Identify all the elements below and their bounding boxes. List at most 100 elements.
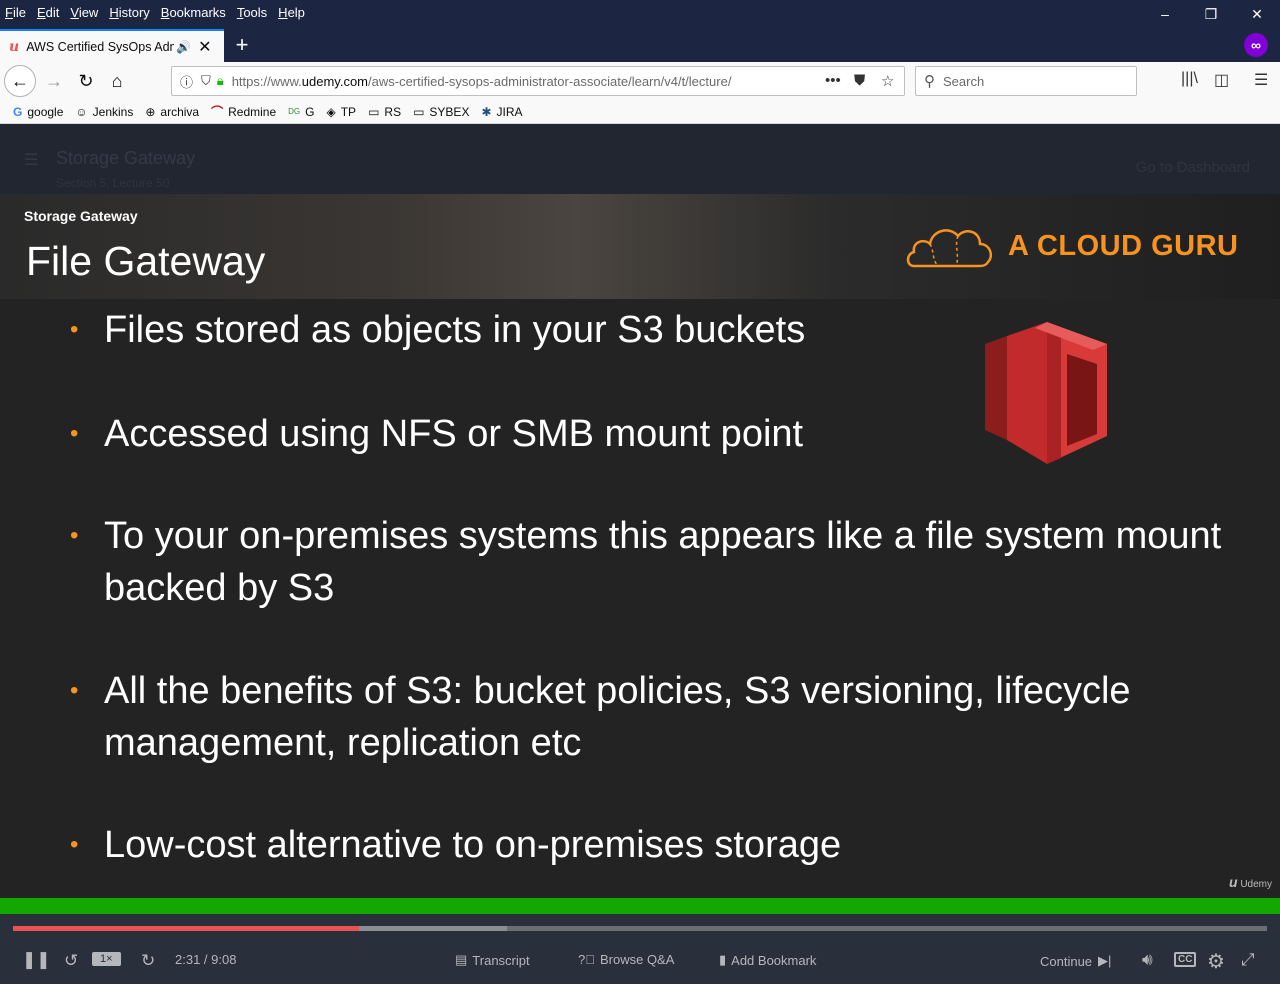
document-icon: ▤: [455, 952, 468, 967]
arrow-right-icon: →: [45, 70, 63, 91]
bookmark-jira[interactable]: ✱ JIRA: [481, 105, 522, 119]
next-icon: ▶|: [1098, 953, 1112, 968]
progress-bar[interactable]: [13, 926, 1267, 931]
go-to-dashboard-link[interactable]: Go to Dashboard: [1136, 159, 1250, 176]
slide-title: File Gateway: [26, 238, 266, 284]
acloudguru-logo: A CLOUD GURU: [904, 220, 1238, 272]
settings-button[interactable]: ⚙: [1207, 949, 1225, 974]
lock-icon[interactable]: 🔒︎: [217, 73, 224, 89]
video-player[interactable]: ☰ Storage Gateway Section 5, Lecture 50 …: [0, 124, 1280, 984]
forward-skip-button[interactable]: ↻: [141, 951, 155, 971]
pocket-icon[interactable]: ⛊: [854, 72, 865, 89]
transcript-button[interactable]: ▤ Transcript: [455, 952, 530, 968]
reload-button[interactable]: ↻: [70, 65, 102, 97]
home-button[interactable]: ⌂: [101, 65, 133, 97]
volume-button[interactable]: 🔊︎: [1142, 950, 1153, 970]
search-bar[interactable]: ⚲ Search: [915, 66, 1137, 96]
jenkins-icon: ☺: [75, 104, 88, 119]
slide-section: Storage Gateway: [24, 208, 138, 224]
menu-bar: File Edit View History Bookmarks Tools H…: [0, 0, 1280, 24]
pause-icon: ❚❚: [22, 950, 51, 969]
menu-help[interactable]: Help: [278, 5, 305, 20]
udemy-watermark: u Udemy: [1228, 874, 1272, 890]
sidebar-icon[interactable]: ◫: [1214, 70, 1229, 90]
bookmark-tp[interactable]: ◈ TP: [326, 105, 356, 119]
tab-close-icon[interactable]: ✕: [198, 37, 211, 57]
tab-udemy[interactable]: u AWS Certified SysOps Admi 🔊 ✕: [0, 29, 224, 62]
library-icon[interactable]: |||\: [1181, 70, 1198, 88]
menu-view[interactable]: View: [70, 5, 98, 20]
bookmark-g[interactable]: DG G: [288, 105, 314, 119]
new-tab-button[interactable]: +: [230, 30, 254, 60]
udemy-favicon-icon: u: [9, 38, 20, 55]
arrow-left-icon: ←: [11, 70, 29, 91]
bullet-item: • To your on-premises systems this appea…: [70, 510, 1224, 614]
info-icon[interactable]: ⓘ: [180, 72, 193, 91]
redmine-icon: ⌒: [211, 105, 224, 119]
playback-rate-button[interactable]: 1×: [92, 952, 121, 966]
menu-file[interactable]: File: [5, 5, 26, 20]
menu-history[interactable]: History: [109, 5, 149, 20]
bookmark-sybex[interactable]: ▭ SYBEX: [413, 105, 469, 119]
fullscreen-button[interactable]: ⤢: [1241, 950, 1255, 970]
lecture-title: Storage Gateway: [56, 148, 196, 168]
cloud-logo-icon: [906, 229, 992, 268]
bullet-dot-icon: •: [70, 831, 79, 858]
folder-icon: ▭: [413, 104, 425, 119]
cc-icon: CC: [1174, 952, 1197, 967]
slide: Storage Gateway File Gateway A CLOUD GUR…: [0, 194, 1280, 898]
hamburger-menu-icon[interactable]: ☰: [1254, 70, 1268, 90]
globe-icon: ⊕: [145, 104, 156, 119]
continue-button[interactable]: Continue ▶|: [1040, 953, 1111, 969]
question-icon: ?⃝: [578, 952, 595, 967]
search-placeholder: Search: [943, 73, 985, 89]
menu-bookmarks[interactable]: Bookmarks: [161, 5, 226, 20]
add-bookmark-button[interactable]: ▮ Add Bookmark: [719, 952, 816, 968]
acloudguru-logo-text: A CLOUD GURU: [1008, 229, 1239, 262]
bookmark-jenkins[interactable]: ☺ Jenkins: [75, 105, 133, 119]
pause-button[interactable]: ❚❚: [22, 950, 51, 970]
dg-icon: DG: [288, 107, 301, 116]
green-band: [0, 898, 1280, 914]
url-bar[interactable]: ⓘ ⛉ 🔒︎ https://www.udemy.com/aws-certifi…: [171, 66, 905, 96]
tab-bar: u AWS Certified SysOps Admi 🔊 ✕ + ∞: [0, 24, 1280, 62]
curriculum-menu-icon[interactable]: ☰: [24, 150, 38, 170]
bookmarks-toolbar: Ggoogle ☺ Jenkins ⊕ archiva ⌒ Redmine DG G ◈…: [0, 100, 1280, 124]
browse-qa-button[interactable]: ?⃝ Browse Q&A: [578, 952, 674, 967]
rewind-button[interactable]: ↺: [64, 951, 78, 971]
bookmark-star-icon[interactable]: ☆: [881, 72, 894, 90]
time-display: 2:31 / 9:08: [175, 952, 237, 967]
tab-title: AWS Certified SysOps Admi: [26, 39, 175, 54]
bullet-item: • All the benefits of S3: bucket policie…: [70, 665, 1224, 769]
search-icon: ⚲: [924, 73, 935, 90]
forward-button[interactable]: →: [38, 65, 70, 97]
menu-edit[interactable]: Edit: [37, 5, 59, 20]
gear-icon: ⚙: [1207, 951, 1225, 973]
bullet-item: • Low-cost alternative to on-premises st…: [70, 819, 1224, 871]
bookmark-icon: ▮: [719, 952, 727, 967]
storage-gateway-icon: [985, 322, 1107, 464]
speaker-icon[interactable]: 🔊: [176, 40, 191, 54]
bookmark-archiva[interactable]: ⊕ archiva: [145, 105, 199, 119]
volume-icon: 🔊︎: [1142, 950, 1153, 969]
player-controls: ❚❚ ↺ 1× ↻ 2:31 / 9:08 ▤ Transcript ?⃝ Brow…: [0, 914, 1280, 984]
bullet-dot-icon: •: [70, 316, 79, 343]
captions-button[interactable]: CC: [1174, 952, 1197, 967]
bookmark-redmine[interactable]: ⌒ Redmine: [211, 103, 276, 120]
navigation-bar: ← → ↻ ⌂ ⓘ ⛉ 🔒︎ https://www.udemy.com/aws…: [0, 62, 1280, 100]
menu-tools[interactable]: Tools: [237, 5, 267, 20]
home-icon: ⌂: [111, 70, 123, 91]
tp-icon: ◈: [326, 104, 336, 119]
back-button[interactable]: ←: [4, 65, 36, 97]
google-icon: G: [13, 104, 23, 119]
page-actions-icon[interactable]: •••: [825, 72, 841, 89]
bullet-dot-icon: •: [70, 677, 79, 704]
url-text[interactable]: https://www.udemy.com/aws-certified-syso…: [232, 74, 792, 89]
bullet-dot-icon: •: [70, 522, 79, 549]
bookmark-rs[interactable]: ▭ RS: [368, 105, 401, 119]
tracking-shield-icon[interactable]: ⛉: [201, 73, 211, 89]
folder-icon: ▭: [368, 104, 380, 119]
lecture-subtitle: Section 5, Lecture 50: [56, 176, 170, 190]
bullet-dot-icon: •: [70, 420, 79, 447]
bookmark-google[interactable]: Ggoogle: [13, 105, 63, 119]
